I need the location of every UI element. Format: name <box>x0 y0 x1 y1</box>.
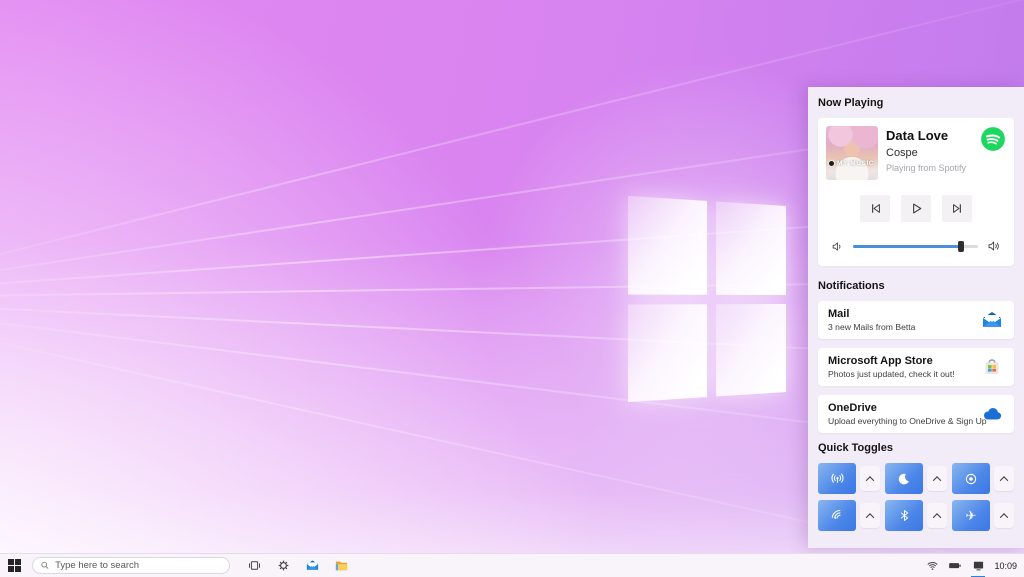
notifications-header: Notifications <box>818 280 1014 292</box>
quick-toggle-night-light-expand[interactable] <box>927 466 947 491</box>
desktop: Now Playing MY MUSIC Data Love Cospe Pla… <box>0 0 1024 577</box>
playback-source: Playing from Spotify <box>886 163 972 173</box>
notification-app-store[interactable]: Microsoft App Store Photos just updated,… <box>818 348 1014 386</box>
mail-app-button[interactable] <box>304 557 321 574</box>
notifications-section: Notifications Mail 3 new Mails from Bett… <box>818 280 1014 433</box>
night-light-icon <box>896 471 912 487</box>
quick-toggle-airplane-mode-expand[interactable] <box>994 503 1014 528</box>
next-track-icon <box>949 200 966 217</box>
quick-toggle-focus-assist-expand[interactable] <box>994 466 1014 491</box>
quick-toggles-header: Quick Toggles <box>818 442 1014 454</box>
taskbar-clock[interactable]: 10:09 <box>994 561 1017 571</box>
volume-low-icon[interactable] <box>830 239 845 254</box>
chevron-up-icon <box>1000 476 1008 484</box>
quick-toggle-night-light[interactable] <box>885 463 923 494</box>
notification-mail[interactable]: Mail 3 new Mails from Betta <box>818 301 1014 339</box>
mail-icon <box>980 308 1004 332</box>
taskbar: 10:09 <box>0 553 1024 577</box>
battery-icon[interactable] <box>948 559 962 573</box>
search-icon <box>40 560 50 571</box>
volume-slider-thumb[interactable] <box>958 241 964 252</box>
quick-toggle-hotspot-expand[interactable] <box>860 466 880 491</box>
settings-gear-icon <box>276 558 291 573</box>
hotspot-icon <box>829 470 846 487</box>
chevron-up-icon <box>933 513 941 521</box>
volume-slider-fill <box>853 245 961 248</box>
taskbar-search[interactable] <box>32 557 230 574</box>
windows-start-icon <box>8 559 21 572</box>
quick-toggle-bluetooth[interactable] <box>885 500 923 531</box>
volume-high-icon[interactable] <box>986 238 1002 254</box>
chevron-up-icon <box>866 476 874 484</box>
wifi-tray-icon[interactable] <box>925 559 939 573</box>
previous-track-icon <box>867 200 884 217</box>
quick-toggle-hotspot[interactable] <box>818 463 856 494</box>
windows-logo-pane <box>716 304 786 397</box>
focus-assist-icon <box>963 471 979 487</box>
search-input[interactable] <box>55 560 222 571</box>
now-playing-card: MY MUSIC Data Love Cospe Playing from Sp… <box>818 118 1014 266</box>
mail-app-icon <box>305 558 320 573</box>
quick-toggle-airplane-mode[interactable]: ✈ <box>952 500 990 531</box>
windows-logo-pane <box>716 202 786 295</box>
volume-slider[interactable] <box>853 245 978 248</box>
action-center-panel: Now Playing MY MUSIC Data Love Cospe Pla… <box>808 87 1024 548</box>
display-tray-icon[interactable] <box>971 559 985 573</box>
quick-toggle-wifi[interactable] <box>818 500 856 531</box>
quick-toggle-focus-assist[interactable] <box>952 463 990 494</box>
album-art: MY MUSIC <box>826 126 878 180</box>
chevron-up-icon <box>933 476 941 484</box>
task-view-icon <box>247 558 262 573</box>
chevron-up-icon <box>1000 513 1008 521</box>
windows-logo-pane <box>628 196 706 294</box>
airplane-mode-icon: ✈ <box>966 509 977 522</box>
quick-toggles-section: Quick Toggles <box>818 442 1014 531</box>
windows-logo-pane <box>628 304 706 402</box>
next-track-button[interactable] <box>942 195 972 222</box>
quick-toggle-bluetooth-expand[interactable] <box>927 503 947 528</box>
notification-onedrive[interactable]: OneDrive Upload everything to OneDrive &… <box>818 395 1014 433</box>
album-art-caption: MY MUSIC <box>828 160 874 167</box>
app-store-icon <box>980 355 1004 379</box>
windows-logo-wallpaper <box>628 196 786 402</box>
task-view-button[interactable] <box>246 557 263 574</box>
track-artist: Cospe <box>886 147 972 159</box>
album-art-badge-icon <box>828 160 835 167</box>
onedrive-icon <box>980 402 1004 426</box>
track-title: Data Love <box>886 128 972 143</box>
file-explorer-icon <box>334 558 349 573</box>
play-button[interactable] <box>901 195 931 222</box>
chevron-up-icon <box>866 513 874 521</box>
now-playing-header: Now Playing <box>818 97 1014 109</box>
start-button[interactable] <box>0 554 28 577</box>
play-icon <box>908 200 925 217</box>
bluetooth-icon <box>897 508 912 523</box>
file-explorer-button[interactable] <box>333 557 350 574</box>
settings-button[interactable] <box>275 557 292 574</box>
wifi-icon <box>829 507 846 524</box>
previous-track-button[interactable] <box>860 195 890 222</box>
spotify-icon <box>980 126 1006 152</box>
quick-toggle-wifi-expand[interactable] <box>860 503 880 528</box>
